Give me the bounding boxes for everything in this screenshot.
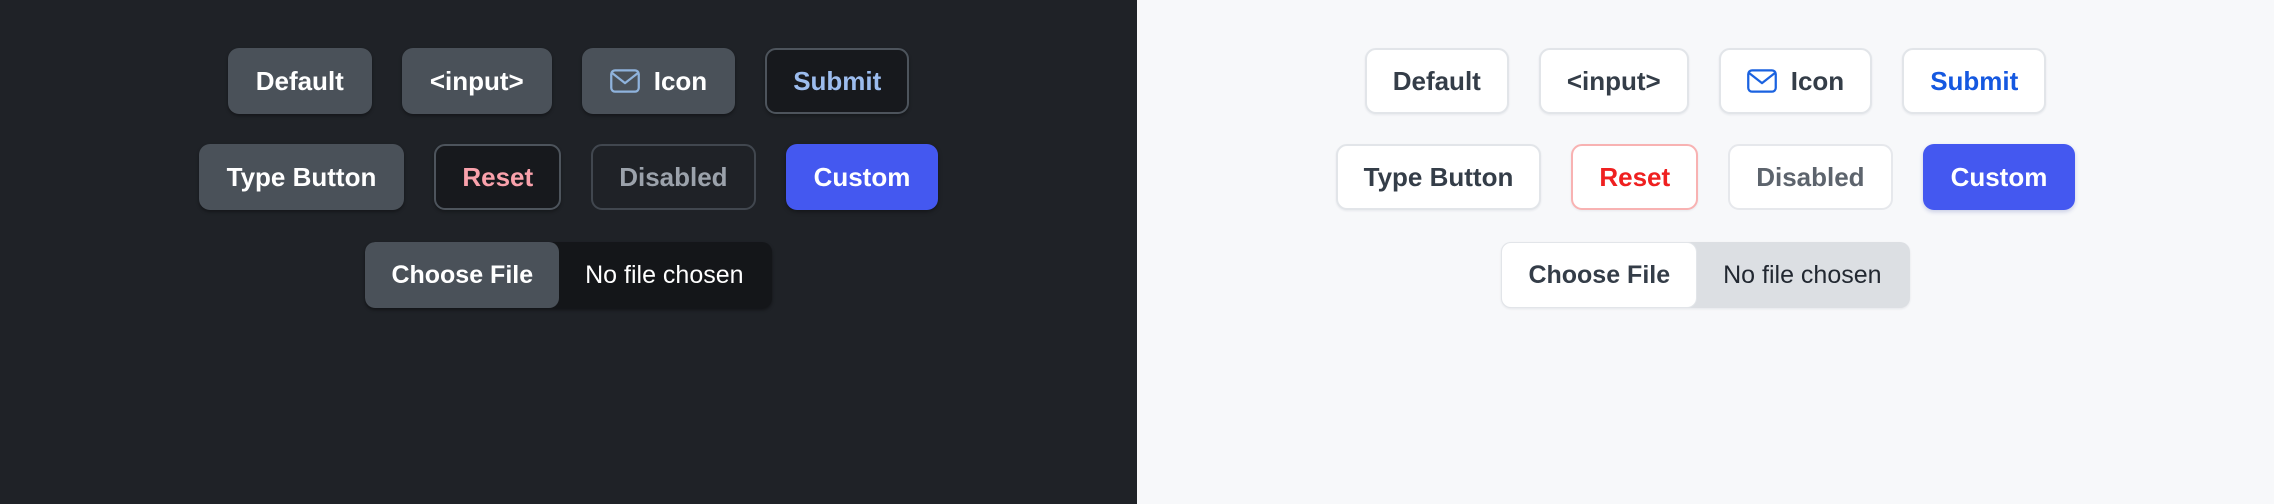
dark-button-row-1: Default <input> Icon Submit [0,48,1137,114]
light-type-button[interactable]: Type Button [1335,144,1542,210]
dark-submit-button[interactable]: Submit [765,48,910,114]
light-default-button[interactable]: Default [1364,48,1509,114]
light-button-row-1: Default <input> Icon Submit [1137,48,2274,114]
dark-icon-button[interactable]: Icon [581,48,736,114]
light-input-button[interactable]: <input> [1538,48,1689,114]
dark-theme-panel: Default <input> Icon Submit Type Button … [0,0,1137,504]
light-reset-button[interactable]: Reset [1571,144,1699,210]
envelope-icon [609,69,640,93]
light-file-input[interactable]: Choose File No file chosen [1501,242,1910,308]
light-choose-file-button[interactable]: Choose File [1501,242,1698,308]
dark-default-button[interactable]: Default [227,48,372,114]
dark-reset-button[interactable]: Reset [434,144,562,210]
light-file-status-text: No file chosen [1723,260,1882,289]
light-button-row-2: Type Button Reset Disabled Custom [1137,144,2274,210]
light-custom-button[interactable]: Custom [1922,144,2076,210]
light-button-row-3: Choose File No file chosen [1137,242,2274,308]
dark-button-row-3: Choose File No file chosen [0,242,1137,308]
envelope-icon [1746,69,1777,93]
dark-input-button[interactable]: <input> [401,48,552,114]
dark-file-status-text: No file chosen [585,260,744,289]
light-icon-button-label: Icon [1790,66,1845,96]
dark-icon-button-label: Icon [653,66,708,96]
dark-type-button[interactable]: Type Button [198,144,405,210]
dark-custom-button[interactable]: Custom [785,144,939,210]
dark-file-input[interactable]: Choose File No file chosen [365,242,772,308]
light-theme-panel: Default <input> Icon Submit Type Button … [1137,0,2274,504]
dark-choose-file-button[interactable]: Choose File [365,242,560,308]
light-disabled-button: Disabled [1728,144,1893,210]
light-submit-button[interactable]: Submit [1902,48,2047,114]
light-icon-button[interactable]: Icon [1718,48,1873,114]
dark-disabled-button: Disabled [591,144,756,210]
dark-button-row-2: Type Button Reset Disabled Custom [0,144,1137,210]
